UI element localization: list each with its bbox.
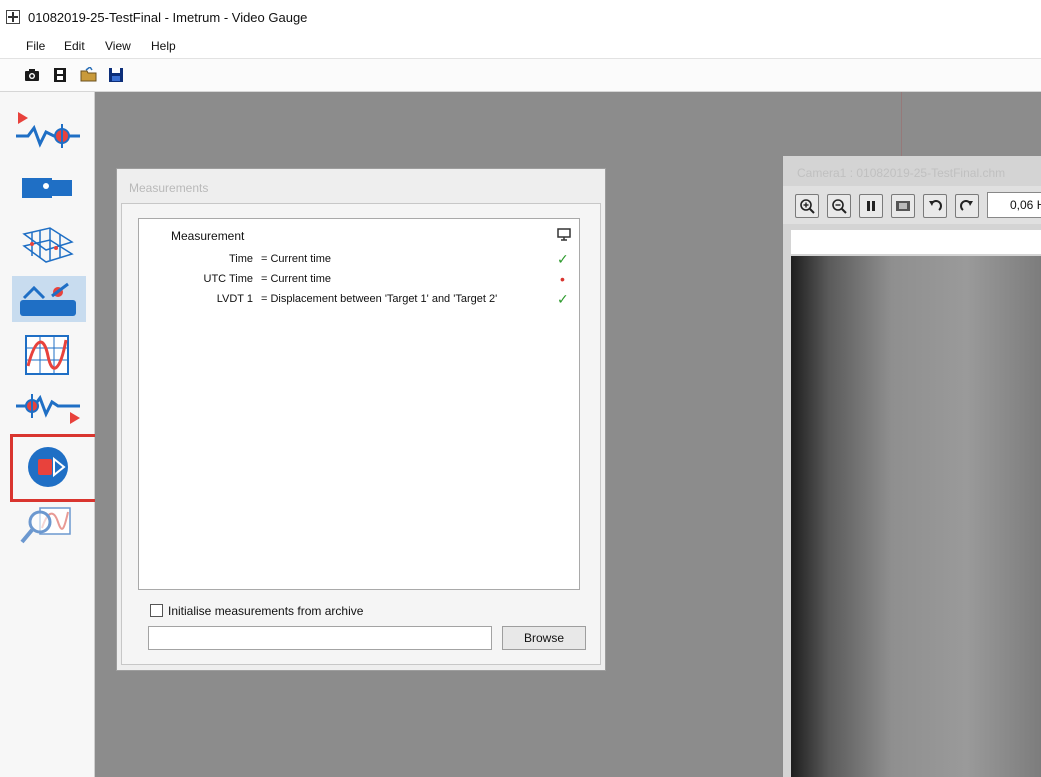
archive-checkbox-label: Initialise measurements from archive bbox=[168, 604, 364, 618]
record-tool-highlight bbox=[10, 434, 98, 502]
targets-icon bbox=[20, 282, 76, 316]
calibration-grid-icon bbox=[22, 227, 74, 263]
window-title: 01082019-25-TestFinal - Imetrum - Video … bbox=[28, 10, 308, 25]
fit-view-button[interactable] bbox=[891, 194, 915, 218]
archive-path-input[interactable] bbox=[148, 626, 492, 650]
menu-help[interactable]: Help bbox=[151, 39, 176, 53]
status-check-icon: ✓ bbox=[557, 251, 569, 267]
main-toolbar bbox=[0, 59, 1041, 92]
graph-icon bbox=[25, 335, 69, 375]
signal-output-icon bbox=[16, 394, 80, 424]
zoom-in-button[interactable] bbox=[795, 194, 819, 218]
archive-checkbox[interactable] bbox=[150, 604, 163, 617]
title-bar: 01082019-25-TestFinal - Imetrum - Video … bbox=[0, 0, 1041, 36]
rotate-right-icon bbox=[960, 200, 973, 211]
measurement-definition: = Current time bbox=[261, 253, 331, 265]
app-icon bbox=[6, 10, 20, 24]
camera-setup-icon bbox=[22, 178, 72, 198]
measurements-window-title: Measurements bbox=[129, 181, 209, 195]
status-check-icon: ✓ bbox=[557, 291, 569, 307]
measurements-panel: Measurement Time = Current time ✓ UTC Ti… bbox=[121, 203, 601, 665]
pause-button[interactable] bbox=[859, 194, 883, 218]
signal-input-tool[interactable] bbox=[10, 106, 86, 152]
measurement-row[interactable]: LVDT 1 = Displacement between 'Target 1'… bbox=[139, 291, 579, 309]
menu-file[interactable]: File bbox=[26, 39, 45, 53]
menu-view[interactable]: View bbox=[105, 39, 131, 53]
film-icon[interactable] bbox=[52, 67, 68, 83]
menu-edit[interactable]: Edit bbox=[64, 39, 85, 53]
analyse-icon bbox=[20, 507, 71, 544]
camera-live-view[interactable] bbox=[791, 256, 1041, 777]
targets-tool[interactable] bbox=[12, 276, 86, 322]
rotate-left-button[interactable] bbox=[923, 194, 947, 218]
measurement-name: UTC Time bbox=[203, 273, 254, 285]
rotate-right-button[interactable] bbox=[955, 194, 979, 218]
camera-info-strip bbox=[791, 230, 1041, 254]
measurement-row[interactable]: Time = Current time ✓ bbox=[139, 251, 579, 269]
zoom-out-button[interactable] bbox=[827, 194, 851, 218]
zoom-in-icon bbox=[800, 199, 815, 214]
measurement-name: LVDT 1 bbox=[216, 293, 253, 305]
measurement-definition: = Current time bbox=[261, 273, 331, 285]
menu-bar: File Edit View Help bbox=[0, 36, 1041, 59]
camera-icon[interactable] bbox=[24, 67, 40, 83]
camera-window: Camera1 : 01082019-25-TestFinal.chm 0,06… bbox=[782, 156, 1041, 777]
measurement-row[interactable]: UTC Time = Current time • bbox=[139, 271, 579, 289]
camera-window-title: Camera1 : 01082019-25-TestFinal.chm bbox=[797, 166, 1006, 180]
measurement-column-header: Measurement bbox=[171, 229, 245, 243]
measurement-name: Time bbox=[228, 253, 253, 265]
fit-view-icon bbox=[896, 201, 910, 211]
pause-icon bbox=[867, 201, 875, 211]
zoom-value-field[interactable]: 0,06 H bbox=[987, 192, 1041, 218]
measurement-list[interactable]: Measurement Time = Current time ✓ UTC Ti… bbox=[138, 218, 580, 590]
analyse-tool[interactable] bbox=[10, 500, 86, 546]
zoom-out-icon bbox=[832, 199, 847, 214]
status-dot-icon: • bbox=[560, 271, 565, 287]
save-icon[interactable] bbox=[108, 67, 124, 83]
calibration-tool[interactable] bbox=[10, 220, 86, 266]
open-folder-icon[interactable] bbox=[80, 65, 97, 83]
rotate-left-icon bbox=[929, 200, 942, 211]
camera-setup-tool[interactable] bbox=[10, 164, 86, 210]
measurement-definition: = Displacement between 'Target 1' and 'T… bbox=[261, 293, 498, 305]
browse-button[interactable]: Browse bbox=[502, 626, 586, 650]
measurements-window: Measurements Measurement Time = Current … bbox=[116, 168, 606, 671]
camera-toolbar: 0,06 H bbox=[783, 186, 1041, 224]
signal-input-icon bbox=[16, 112, 80, 148]
graph-tool[interactable] bbox=[10, 332, 86, 378]
signal-output-tool[interactable] bbox=[10, 386, 86, 432]
monitor-icon[interactable] bbox=[557, 227, 571, 246]
